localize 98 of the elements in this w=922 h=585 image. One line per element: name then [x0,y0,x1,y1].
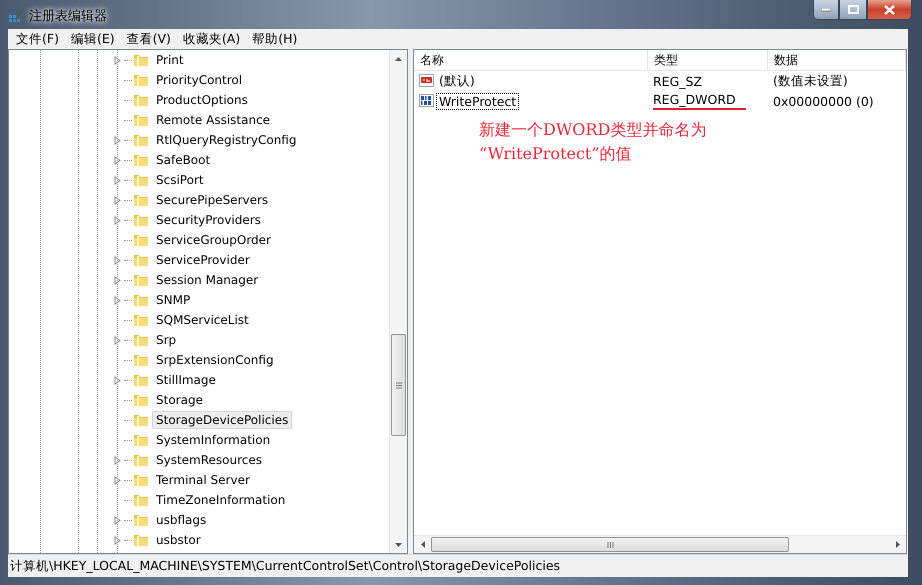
tree-item[interactable]: Srp [152,331,180,350]
menu-item[interactable]: 编辑(E) [64,30,121,48]
column-header[interactable]: 数据 [768,50,906,70]
minimize-button[interactable] [813,0,839,20]
tree-item[interactable]: TimeZoneInformation [152,491,290,510]
tree-item[interactable]: PriorityControl [152,71,246,90]
expand-arrow-icon[interactable] [114,536,121,545]
expand-arrow-icon[interactable] [114,56,121,65]
maximize-button[interactable] [839,0,867,20]
scrollbar-thumb[interactable] [391,334,406,436]
folder-icon [133,392,149,408]
menu-item[interactable]: 文件(F) [10,30,65,48]
value-type: REG_DWORD [653,92,746,110]
tree-item[interactable]: SystemInformation [152,431,274,450]
value-data: (数值未设置) [772,72,848,90]
expand-arrow-icon[interactable] [114,156,121,165]
column-header[interactable]: 类型 [648,50,768,70]
folder-icon [133,52,149,68]
folder-icon [133,92,149,108]
expand-arrow-icon[interactable] [114,516,121,525]
folder-icon [133,172,149,188]
tree-item[interactable]: SecurePipeServers [152,191,272,210]
folder-icon [133,312,149,328]
maximize-icon [848,5,858,14]
folder-icon [133,292,149,308]
tree-item[interactable]: Storage [152,391,207,410]
tree-item[interactable]: Session Manager [152,271,262,290]
app-icon [8,7,24,23]
close-button[interactable] [867,0,912,20]
folder-icon [133,492,149,508]
folder-icon [133,232,149,248]
folder-icon [133,332,149,348]
down-arrow-icon [395,542,402,547]
expand-arrow-icon[interactable] [114,216,121,225]
up-arrow-icon [395,56,402,61]
value-data: 0x00000000 (0) [772,94,874,109]
annotation-text: 新建一个DWORD类型并命名为 [479,119,706,142]
expand-arrow-icon[interactable] [114,176,121,185]
window-title: 注册表编辑器 [29,8,107,25]
folder-icon [133,412,149,428]
menu-item[interactable]: 收藏夹(A) [176,30,246,48]
expand-arrow-icon[interactable] [114,256,121,265]
left-arrow-icon [420,541,424,548]
expand-arrow-icon[interactable] [114,196,121,205]
tree-item[interactable]: Terminal Server [152,471,254,490]
menu-item[interactable]: 查看(V) [120,30,177,48]
status-path: 计算机\HKEY_LOCAL_MACHINE\SYSTEM\CurrentControlSet\Control\StorageDevicePolicies [10,558,560,575]
folder-icon [133,372,149,388]
right-arrow-icon [896,541,900,548]
folder-icon [133,272,149,288]
close-icon [884,4,895,14]
folder-icon [133,532,149,548]
tree-item[interactable]: SystemResources [152,451,266,470]
expand-arrow-icon[interactable] [114,136,121,145]
expand-arrow-icon[interactable] [114,276,121,285]
value-type: REG_SZ [653,74,702,89]
tree-item[interactable]: SQMServiceList [152,311,253,330]
expand-arrow-icon[interactable] [114,456,121,465]
minimize-icon [821,8,831,12]
folder-icon [133,132,149,148]
expand-arrow-icon[interactable] [114,376,121,385]
folder-icon [133,472,149,488]
folder-icon [133,512,149,528]
value-name[interactable]: (默认) [436,72,478,91]
folder-icon [133,432,149,448]
tree-item[interactable]: Print [152,51,188,70]
tree-item[interactable]: usbflags [152,511,210,530]
tree-item[interactable]: SecurityProviders [152,211,265,230]
expand-arrow-icon[interactable] [114,336,121,345]
tree-item[interactable]: ProductOptions [152,91,252,110]
tree-item[interactable]: ScsiPort [152,171,208,190]
column-header[interactable]: 名称 [414,50,648,70]
folder-icon [133,112,149,128]
scrollbar-thumb[interactable] [431,537,789,552]
tree-item[interactable]: usbstor [152,531,205,550]
tree-item[interactable]: SNMP [152,291,194,310]
folder-icon [133,72,149,88]
tree-item[interactable]: ServiceGroupOrder [152,231,275,250]
folder-icon [133,352,149,368]
binary-value-icon [419,93,435,110]
tree-item[interactable]: RtlQueryRegistryConfig [152,131,300,150]
value-name[interactable]: WriteProtect [436,92,520,110]
menu-item[interactable]: 帮助(H) [246,30,304,48]
string-value-icon [419,73,435,90]
tree-item[interactable]: SrpExtensionConfig [152,351,278,370]
tree-item[interactable]: SafeBoot [152,151,214,170]
folder-icon [133,152,149,168]
folder-icon [133,452,149,468]
tree-item[interactable]: ServiceProvider [152,251,254,270]
annotation-text: “WriteProtect”的值 [479,143,632,166]
expand-arrow-icon[interactable] [114,476,121,485]
tree-item[interactable]: StillImage [152,371,220,390]
folder-icon [133,212,149,228]
tree-item[interactable]: Remote Assistance [152,111,274,130]
tree-item[interactable]: StorageDevicePolicies [152,411,292,430]
folder-icon [133,192,149,208]
folder-icon [133,252,149,268]
expand-arrow-icon[interactable] [114,296,121,305]
